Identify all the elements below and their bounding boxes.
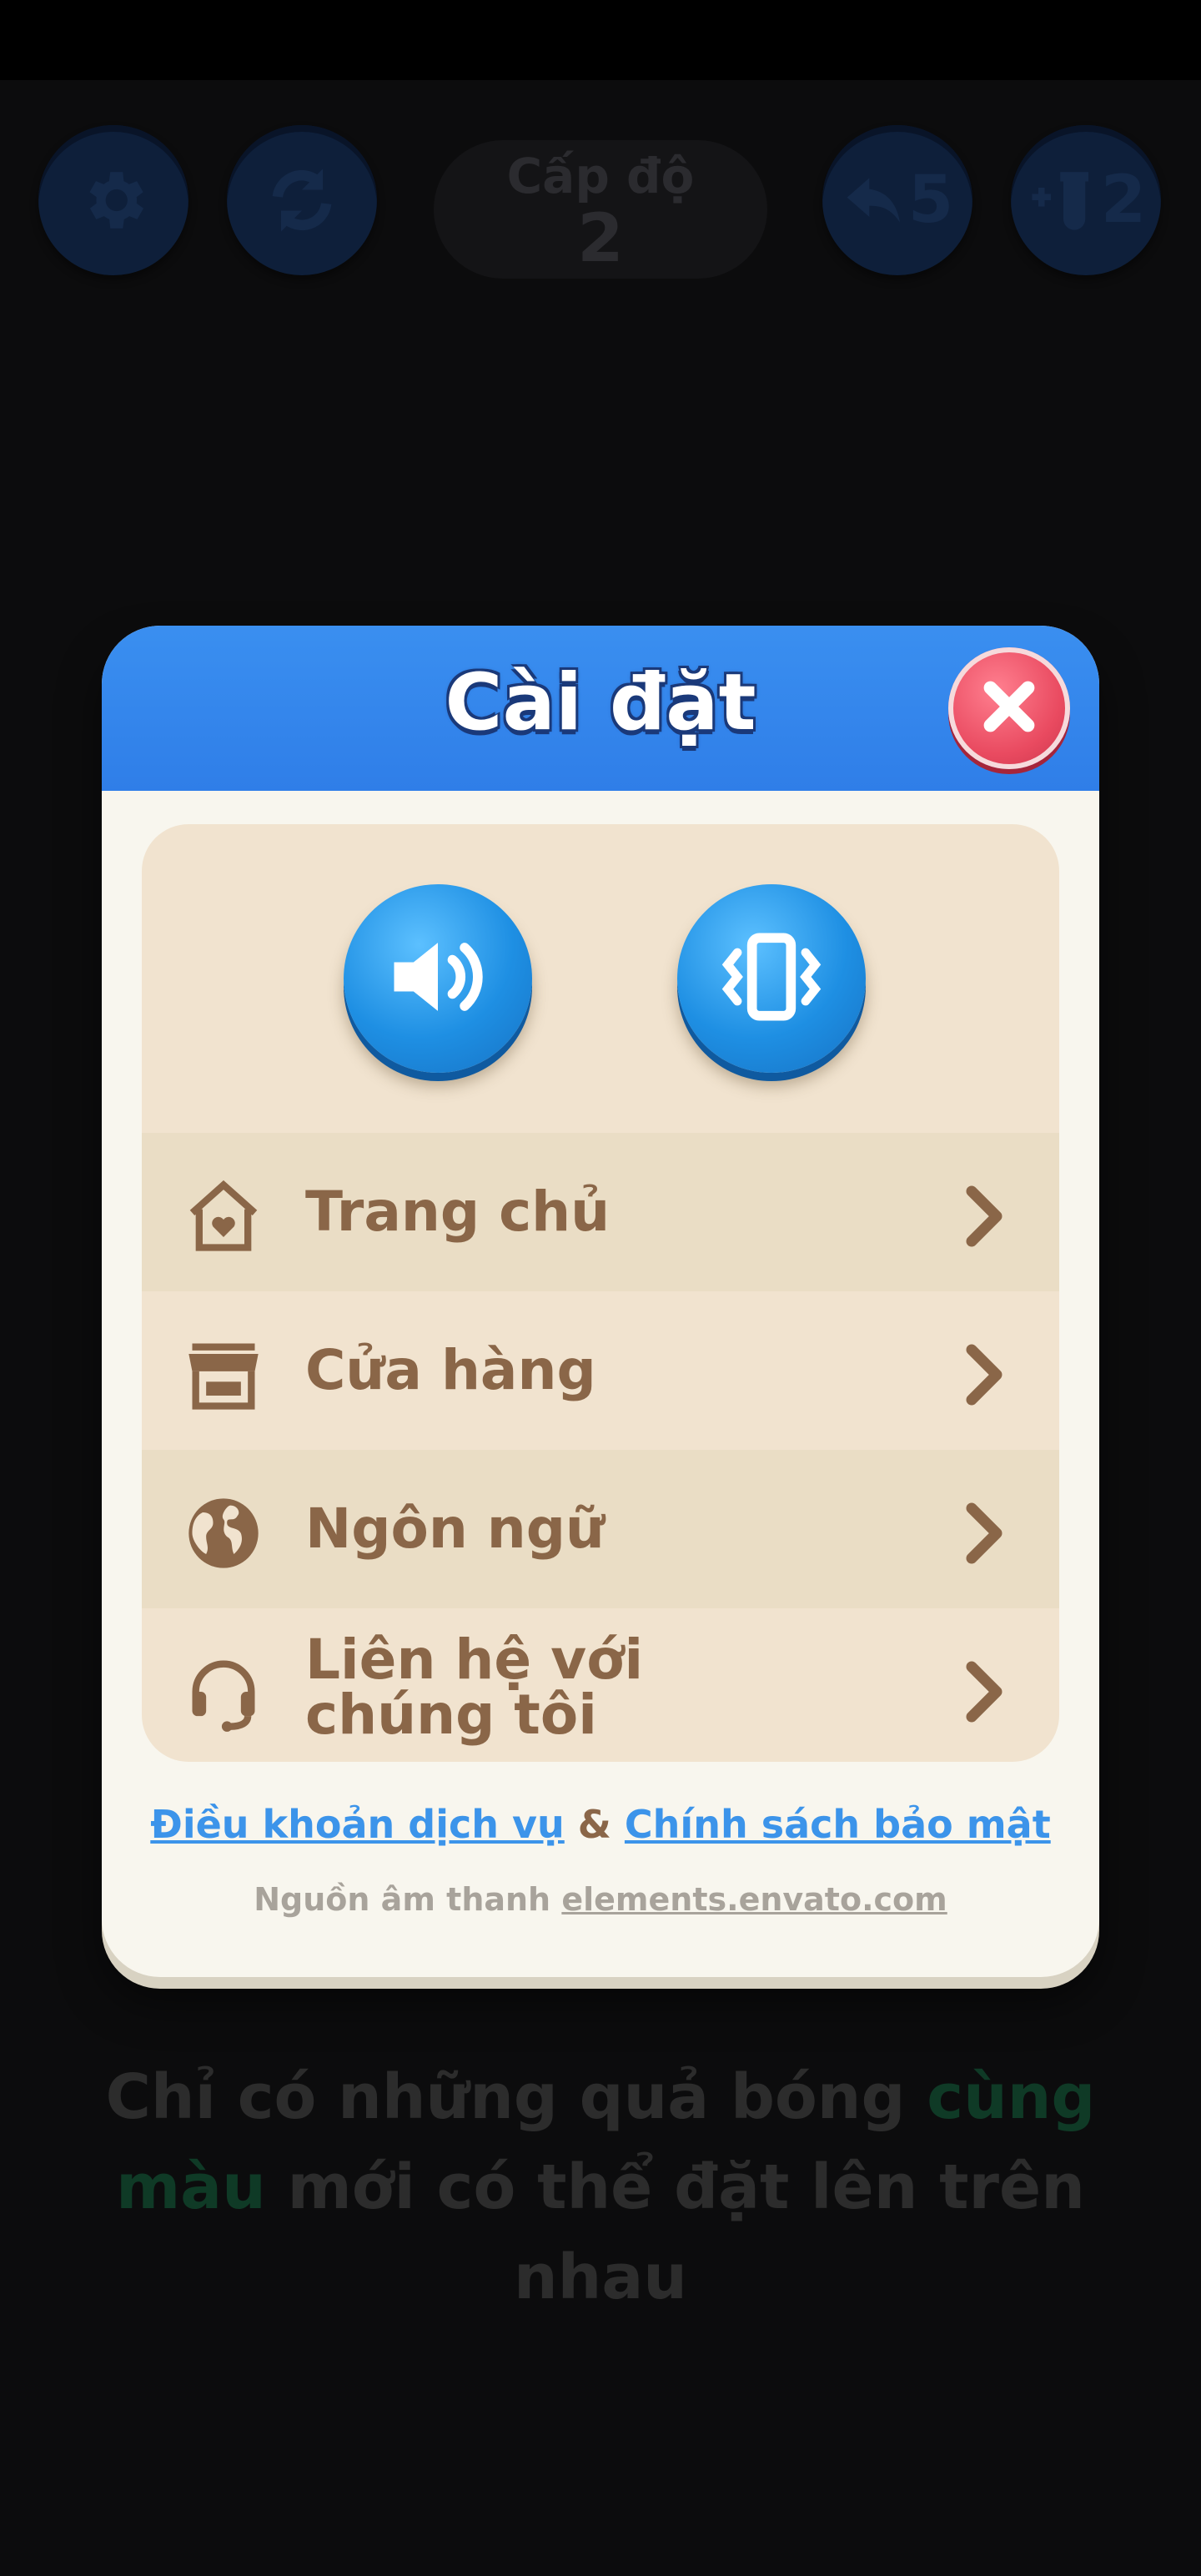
level-number: 2 bbox=[577, 199, 624, 277]
credit-prefix: Nguồn âm thanh bbox=[254, 1881, 551, 1918]
chevron-right-icon bbox=[959, 1658, 1009, 1728]
menu-item-label: Liên hệ với chúng tôi bbox=[305, 1628, 644, 1747]
menu-item-language[interactable]: Ngôn ngữ bbox=[142, 1450, 1059, 1608]
store-icon bbox=[182, 1333, 265, 1416]
chevron-right-icon bbox=[959, 1341, 1009, 1411]
menu-item-label: Trang chủ bbox=[305, 1180, 611, 1244]
terms-link[interactable]: Điều khoản dịch vụ bbox=[150, 1802, 564, 1847]
undo-count: 5 bbox=[907, 163, 954, 238]
restart-button[interactable] bbox=[227, 125, 377, 275]
globe-icon bbox=[182, 1492, 265, 1575]
headset-icon bbox=[182, 1650, 265, 1733]
menu-item-store[interactable]: Cửa hàng bbox=[142, 1291, 1059, 1450]
hint-part-2: mới có thể đặt lên trên nhau bbox=[265, 2151, 1085, 2313]
ampersand: & bbox=[577, 1802, 611, 1847]
level-indicator: Cấp độ 2 bbox=[434, 140, 767, 279]
hint-part-1: Chỉ có những quả bóng bbox=[105, 2061, 927, 2133]
undo-icon bbox=[842, 167, 908, 234]
menu-item-contact[interactable]: Liên hệ với chúng tôi bbox=[142, 1608, 1059, 1762]
refresh-icon bbox=[260, 158, 344, 242]
menu-item-home[interactable]: Trang chủ bbox=[142, 1133, 1059, 1291]
close-icon bbox=[972, 669, 1047, 747]
chevron-right-icon bbox=[959, 1500, 1009, 1570]
menu-item-label: Ngôn ngữ bbox=[305, 1497, 606, 1561]
hint-text: Chỉ có những quả bóng cùng màu mới có th… bbox=[83, 2052, 1118, 2322]
undo-button[interactable]: 5 bbox=[822, 125, 972, 275]
sound-toggle-button[interactable] bbox=[344, 884, 532, 1073]
add-tube-icon bbox=[1026, 163, 1101, 238]
home-heart-icon bbox=[182, 1175, 265, 1258]
dialog-header: Cài đặt bbox=[102, 626, 1099, 791]
settings-button[interactable] bbox=[38, 125, 188, 275]
level-label: Cấp độ bbox=[506, 148, 695, 204]
add-tube-button[interactable]: 2 bbox=[1011, 125, 1161, 275]
vibration-icon bbox=[713, 918, 830, 1039]
menu-item-label: Cửa hàng bbox=[305, 1338, 596, 1402]
gear-icon bbox=[76, 163, 151, 238]
vibration-toggle-button[interactable] bbox=[677, 884, 866, 1073]
chevron-right-icon bbox=[959, 1183, 1009, 1253]
sound-credit: Nguồn âm thanh elements.envato.com bbox=[102, 1881, 1099, 1918]
add-tube-count: 2 bbox=[1100, 163, 1147, 238]
status-bar bbox=[0, 0, 1201, 80]
close-button[interactable] bbox=[948, 647, 1070, 769]
speaker-icon bbox=[379, 918, 496, 1039]
privacy-link[interactable]: Chính sách bảo mật bbox=[625, 1802, 1051, 1847]
legal-links: Điều khoản dịch vụ & Chính sách bảo mật bbox=[102, 1802, 1099, 1847]
credit-link[interactable]: elements.envato.com bbox=[561, 1881, 947, 1918]
settings-dialog: Cài đặt Trang chủ Cửa hàng Ngôn ngữ Liên… bbox=[102, 626, 1099, 1977]
settings-panel: Trang chủ Cửa hàng Ngôn ngữ Liên hệ với … bbox=[142, 824, 1059, 1762]
